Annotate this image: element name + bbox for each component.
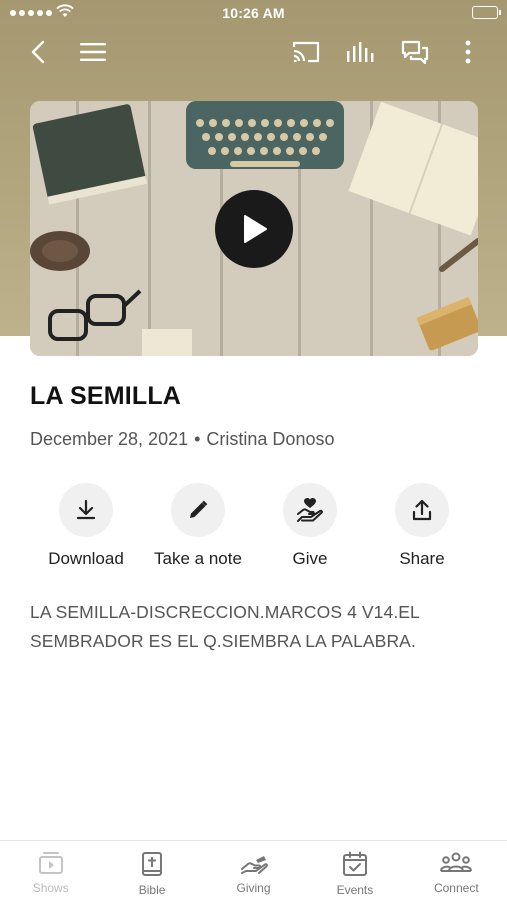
sermon-speaker: Cristina Donoso xyxy=(206,429,335,449)
tab-giving[interactable]: Giving xyxy=(203,841,304,900)
pencil-icon xyxy=(190,500,208,518)
tab-shows-label: Shows xyxy=(32,881,69,895)
status-bar: 10:26 AM xyxy=(0,0,507,26)
bible-icon xyxy=(142,852,163,876)
meta-separator: • xyxy=(194,429,201,449)
tab-giving-label: Giving xyxy=(236,881,271,895)
action-row: Download Take a note Give Share xyxy=(30,483,478,569)
back-button[interactable] xyxy=(22,36,54,68)
tab-connect-label: Connect xyxy=(433,881,479,895)
battery-icon xyxy=(472,6,501,19)
tab-events[interactable]: Events xyxy=(304,841,405,900)
connect-icon xyxy=(440,852,473,872)
giving-icon xyxy=(240,856,268,874)
chat-icon xyxy=(401,40,429,65)
chevron-left-icon xyxy=(31,40,45,64)
download-button[interactable]: Download xyxy=(30,483,142,569)
give-circle xyxy=(283,483,337,537)
video-player[interactable] xyxy=(30,101,478,356)
audio-button[interactable] xyxy=(344,36,376,68)
share-label: Share xyxy=(399,549,445,568)
status-time: 10:26 AM xyxy=(222,5,285,21)
more-vertical-icon xyxy=(465,40,471,64)
download-label: Download xyxy=(48,549,124,568)
sermon-meta: December 28, 2021 • Cristina Donoso xyxy=(30,429,334,450)
more-button[interactable] xyxy=(452,36,484,68)
hamburger-icon xyxy=(80,43,106,61)
take-note-button[interactable]: Take a note xyxy=(142,483,254,569)
tab-bible[interactable]: Bible xyxy=(101,841,202,900)
download-icon xyxy=(76,499,96,520)
download-circle xyxy=(59,483,113,537)
cast-icon xyxy=(292,41,320,63)
tab-events-label: Events xyxy=(336,883,374,897)
sermon-date: December 28, 2021 xyxy=(30,429,189,449)
tab-connect[interactable]: Connect xyxy=(406,841,507,900)
page-title: LA SEMILLA xyxy=(30,382,182,410)
audio-bars-icon xyxy=(347,42,374,62)
play-button[interactable] xyxy=(215,190,293,268)
tab-bar: Shows Bible Giving Events Connect xyxy=(0,840,507,900)
cast-button[interactable] xyxy=(290,36,322,68)
give-label: Give xyxy=(292,549,328,568)
give-heart-hand-icon xyxy=(297,498,323,522)
take-note-circle xyxy=(171,483,225,537)
tab-bible-label: Bible xyxy=(138,883,166,897)
menu-button[interactable] xyxy=(77,36,109,68)
give-button[interactable]: Give xyxy=(254,483,366,569)
play-icon xyxy=(244,215,267,243)
tab-shows[interactable]: Shows xyxy=(0,841,101,900)
sermon-description: LA SEMILLA-DISCRECCION.MARCOS 4 V14.EL S… xyxy=(30,602,420,651)
share-circle xyxy=(395,483,449,537)
take-note-label: Take a note xyxy=(154,549,242,568)
share-icon xyxy=(412,499,432,521)
chat-button[interactable] xyxy=(399,36,431,68)
events-icon xyxy=(342,851,367,876)
shows-icon xyxy=(38,852,63,874)
share-button[interactable]: Share xyxy=(366,483,478,569)
